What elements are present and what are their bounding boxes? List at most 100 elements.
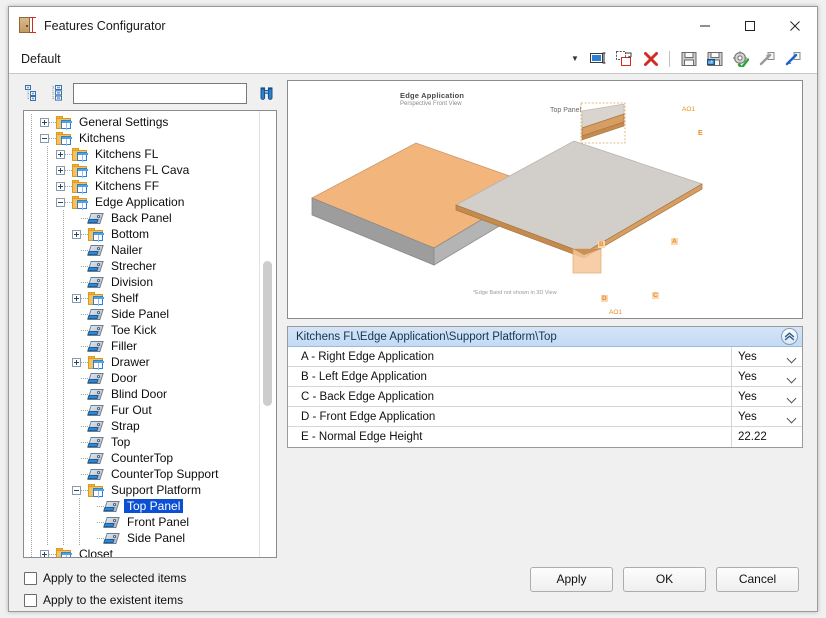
tree-item-top[interactable]: Top <box>24 434 276 450</box>
chevron-down-icon[interactable]: ▼ <box>568 54 582 63</box>
tree-item-general-settings[interactable]: General Settings <box>24 114 276 130</box>
tree-item-countertop[interactable]: CounterTop <box>24 450 276 466</box>
property-value-dropdown[interactable]: Yes <box>732 407 802 426</box>
apply-button[interactable]: Apply <box>530 567 613 592</box>
tree-item-front-panel[interactable]: Front Panel <box>24 514 276 530</box>
marker-ao1: AO1 <box>609 309 622 316</box>
tag-icon <box>88 371 104 386</box>
tree-item-blind-door[interactable]: Blind Door <box>24 386 276 402</box>
3d-preview[interactable]: Edge Application Perspective Front View … <box>287 80 803 319</box>
tree-item-bottom[interactable]: Bottom <box>24 226 276 242</box>
tag-icon <box>104 531 120 546</box>
binoculars-find-icon[interactable] <box>255 83 277 104</box>
tree-item-toe-kick[interactable]: Toe Kick <box>24 322 276 338</box>
ok-button[interactable]: OK <box>623 567 706 592</box>
expand-node-icon[interactable] <box>72 230 81 239</box>
tree-item-kitchens-ff[interactable]: Kitchens FF <box>24 178 276 194</box>
bottom-area: Apply to the selected items Apply to the… <box>9 558 817 611</box>
feature-tree[interactable]: General SettingsKitchensKitchens FLKitch… <box>23 110 277 558</box>
collapse-node-icon[interactable] <box>40 134 49 143</box>
collapse-node-icon[interactable] <box>56 198 65 207</box>
apply-to-existent-items-checkbox[interactable] <box>24 594 37 607</box>
minimize-icon[interactable] <box>682 7 727 44</box>
tree-item-label: Blind Door <box>108 387 170 401</box>
tag-icon <box>88 323 104 338</box>
folder-icon <box>88 483 104 498</box>
window-title: Features Configurator <box>44 19 682 33</box>
tree-item-label: Kitchens <box>76 131 128 145</box>
tree-item-fur-out[interactable]: Fur Out <box>24 402 276 418</box>
tree-item-shelf[interactable]: Shelf <box>24 290 276 306</box>
tree-item-strap[interactable]: Strap <box>24 418 276 434</box>
tree-item-nailer[interactable]: Nailer <box>24 242 276 258</box>
expand-node-icon[interactable] <box>40 550 49 558</box>
expand-node-icon[interactable] <box>72 358 81 367</box>
property-value-dropdown[interactable]: Yes <box>732 387 802 406</box>
save-as-icon[interactable]: ab <box>704 48 725 69</box>
tree-item-label: Side Panel <box>108 307 172 321</box>
tag-icon <box>88 275 104 290</box>
folder-icon <box>72 147 88 162</box>
expand-node-icon[interactable] <box>72 294 81 303</box>
export-icon[interactable] <box>782 48 803 69</box>
tree-search-input[interactable] <box>73 83 247 104</box>
tag-icon <box>88 339 104 354</box>
chevron-up-circle-icon[interactable] <box>781 328 798 345</box>
tree-toolbar <box>23 80 277 106</box>
tree-item-division[interactable]: Division <box>24 274 276 290</box>
rename-icon[interactable] <box>588 48 609 69</box>
expand-node-icon[interactable] <box>56 182 65 191</box>
tree-item-drawer[interactable]: Drawer <box>24 354 276 370</box>
tree-item-countertop-support[interactable]: CounterTop Support <box>24 466 276 482</box>
cancel-button[interactable]: Cancel <box>716 567 799 592</box>
tree-item-kitchens-fl[interactable]: Kitchens FL <box>24 146 276 162</box>
collapse-all-icon[interactable] <box>23 83 43 103</box>
apply-to-selected-items-row[interactable]: Apply to the selected items <box>24 567 291 589</box>
marker-c: C <box>652 292 659 299</box>
tag-icon <box>88 435 104 450</box>
settings-apply-icon[interactable] <box>730 48 751 69</box>
tree-item-strecher[interactable]: Strecher <box>24 258 276 274</box>
maximize-icon[interactable] <box>727 7 772 44</box>
tree-item-label: Strecher <box>108 259 159 273</box>
tree-item-label: Kitchens FF <box>92 179 162 193</box>
tree-item-label: Side Panel <box>124 531 188 545</box>
import-icon[interactable] <box>756 48 777 69</box>
close-icon[interactable] <box>772 7 817 44</box>
property-value-dropdown[interactable]: Yes <box>732 347 802 366</box>
tree-item-support-platform[interactable]: Support Platform <box>24 482 276 498</box>
collapse-node-icon[interactable] <box>72 486 81 495</box>
tag-icon <box>104 515 120 530</box>
tree-item-label: General Settings <box>76 115 171 129</box>
tree-item-kitchens[interactable]: Kitchens <box>24 130 276 146</box>
property-name: A - Right Edge Application <box>288 347 732 366</box>
property-value-input[interactable]: 22.22 <box>732 427 802 447</box>
property-value-dropdown[interactable]: Yes <box>732 367 802 386</box>
tree-item-label: Back Panel <box>108 211 175 225</box>
apply-to-existent-items-row[interactable]: Apply to the existent items <box>24 589 291 611</box>
tree-item-kitchens-fl-cava[interactable]: Kitchens FL Cava <box>24 162 276 178</box>
tree-scrollbar-thumb[interactable] <box>263 261 272 406</box>
expand-node-icon[interactable] <box>56 166 65 175</box>
expand-all-icon[interactable] <box>48 83 68 103</box>
apply-to-selected-items-checkbox[interactable] <box>24 572 37 585</box>
tag-icon <box>88 451 104 466</box>
tree-item-top-panel[interactable]: Top Panel <box>24 498 276 514</box>
tree-item-closet[interactable]: Closet <box>24 546 276 557</box>
copy-icon[interactable] <box>614 48 635 69</box>
tree-item-side-panel[interactable]: Side Panel <box>24 530 276 546</box>
tree-item-back-panel[interactable]: Back Panel <box>24 210 276 226</box>
expand-node-icon[interactable] <box>40 118 49 127</box>
tree-item-door[interactable]: Door <box>24 370 276 386</box>
preview-drawing <box>288 81 803 318</box>
tree-item-filler[interactable]: Filler <box>24 338 276 354</box>
delete-icon[interactable] <box>640 48 661 69</box>
tree-item-edge-application[interactable]: Edge Application <box>24 194 276 210</box>
tree-item-label: Front Panel <box>124 515 192 529</box>
save-icon[interactable] <box>678 48 699 69</box>
svg-text:ab: ab <box>708 59 714 64</box>
folder-icon <box>56 115 72 130</box>
tree-item-side-panel[interactable]: Side Panel <box>24 306 276 322</box>
tree-scrollbar[interactable] <box>259 111 276 557</box>
expand-node-icon[interactable] <box>56 150 65 159</box>
